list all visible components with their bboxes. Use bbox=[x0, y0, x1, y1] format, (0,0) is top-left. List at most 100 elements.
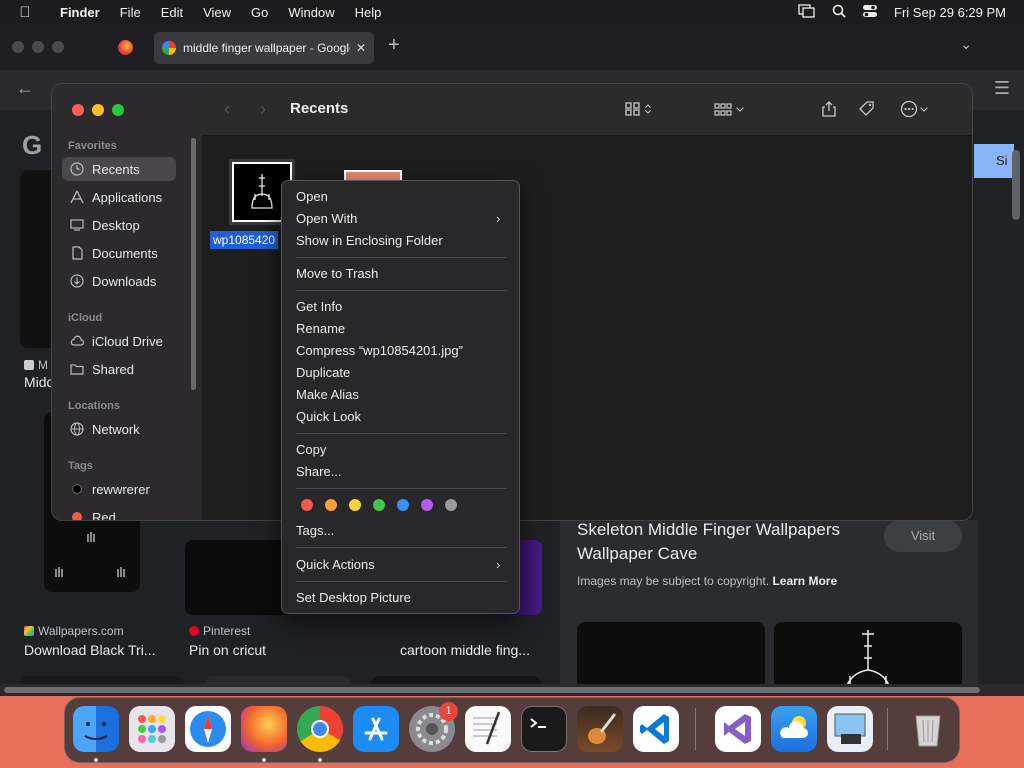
group-button[interactable] bbox=[712, 98, 746, 120]
sidebar-item-desktop[interactable]: Desktop bbox=[62, 213, 176, 237]
tag-color-blue[interactable] bbox=[397, 499, 409, 511]
dock-firefox-icon[interactable] bbox=[241, 706, 287, 752]
display-icon[interactable] bbox=[798, 3, 816, 21]
result-image[interactable] bbox=[185, 540, 295, 615]
sidebar-item-documents[interactable]: Documents bbox=[62, 241, 176, 265]
dock-visual-studio-icon[interactable] bbox=[715, 706, 761, 752]
forward-chevron-icon[interactable]: › bbox=[260, 99, 266, 120]
sidebar-item-icloud-drive[interactable]: iCloud Drive bbox=[62, 329, 176, 353]
tag-color-purple[interactable] bbox=[421, 499, 433, 511]
result-source[interactable]: M bbox=[24, 358, 48, 372]
dock-vscode-icon[interactable] bbox=[633, 706, 679, 752]
sign-in-button[interactable]: Si bbox=[974, 144, 1014, 178]
tag-color-green[interactable] bbox=[373, 499, 385, 511]
chevron-down-icon[interactable]: ⌄ bbox=[960, 36, 972, 53]
share-button[interactable] bbox=[820, 98, 838, 120]
window-close-dim[interactable] bbox=[12, 41, 24, 53]
result-source[interactable]: Pinterest bbox=[189, 624, 250, 638]
close-button[interactable] bbox=[72, 104, 84, 116]
copyright-text: Images may be subject to copyright. bbox=[577, 574, 770, 588]
menu-item-tags[interactable]: Tags... bbox=[296, 523, 334, 538]
menu-item-move-to-trash[interactable]: Move to Trash bbox=[296, 266, 378, 281]
menu-go[interactable]: Go bbox=[241, 5, 278, 20]
dock-trash-icon[interactable] bbox=[905, 706, 951, 752]
window-minimize-dim[interactable] bbox=[32, 41, 44, 53]
menu-item-get-info[interactable]: Get Info bbox=[296, 299, 342, 314]
zoom-button[interactable] bbox=[112, 104, 124, 116]
dock-preview-icon[interactable] bbox=[827, 706, 873, 752]
result-source[interactable]: Wallpapers.com bbox=[24, 624, 124, 638]
menu-view[interactable]: View bbox=[193, 5, 241, 20]
result-caption[interactable]: cartoon middle fing... bbox=[400, 642, 530, 658]
window-zoom-dim[interactable] bbox=[52, 41, 64, 53]
learn-more-link[interactable]: Learn More bbox=[772, 574, 837, 588]
menu-help[interactable]: Help bbox=[345, 5, 392, 20]
menu-item-make-alias[interactable]: Make Alias bbox=[296, 387, 359, 402]
sidebar-item-applications[interactable]: Applications bbox=[62, 185, 176, 209]
tag-color-orange[interactable] bbox=[325, 499, 337, 511]
result-caption[interactable]: Midd bbox=[24, 374, 54, 390]
sidebar-item-shared[interactable]: Shared bbox=[62, 357, 176, 381]
menu-item-quick-look[interactable]: Quick Look bbox=[296, 409, 361, 424]
sidebar-item-label: Network bbox=[92, 421, 140, 437]
sidebar-item-recents[interactable]: Recents bbox=[62, 157, 176, 181]
menu-item-set-desktop-picture[interactable]: Set Desktop Picture bbox=[296, 590, 411, 605]
menu-item-show-enclosing[interactable]: Show in Enclosing Folder bbox=[296, 233, 443, 248]
dock-app-store-icon[interactable] bbox=[353, 706, 399, 752]
dock-chrome-icon[interactable] bbox=[297, 706, 343, 752]
back-chevron-icon[interactable]: ‹ bbox=[224, 99, 230, 120]
menu-item-rename[interactable]: Rename bbox=[296, 321, 345, 336]
dock-weather-icon[interactable] bbox=[771, 706, 817, 752]
menu-app-name[interactable]: Finder bbox=[50, 5, 110, 20]
dock-safari-icon[interactable] bbox=[185, 706, 231, 752]
menu-item-share[interactable]: Share... bbox=[296, 464, 342, 479]
dock-textedit-icon[interactable] bbox=[465, 706, 511, 752]
icon-view-button[interactable] bbox=[624, 98, 654, 120]
menu-item-open[interactable]: Open bbox=[296, 189, 328, 204]
tag-color-yellow[interactable] bbox=[349, 499, 361, 511]
menu-item-open-with[interactable]: Open With › bbox=[296, 211, 500, 226]
tab-active[interactable]: middle finger wallpaper - Google ✕ bbox=[154, 32, 374, 64]
tag-button[interactable] bbox=[858, 98, 876, 120]
sidebar-item-downloads[interactable]: Downloads bbox=[62, 269, 176, 293]
dock-finder-icon[interactable] bbox=[73, 706, 119, 752]
dock-terminal-icon[interactable] bbox=[521, 706, 567, 752]
sidebar-item-network[interactable]: Network bbox=[62, 417, 176, 441]
new-tab-button[interactable]: + bbox=[388, 34, 400, 57]
dock-launchpad-icon[interactable] bbox=[129, 706, 175, 752]
menu-item-duplicate[interactable]: Duplicate bbox=[296, 365, 350, 380]
hamburger-menu-icon[interactable]: ☰ bbox=[994, 78, 1010, 99]
control-center-icon[interactable] bbox=[862, 4, 878, 21]
tag-color-red[interactable] bbox=[301, 499, 313, 511]
sidebar-item-tag[interactable]: rewwrerer bbox=[62, 477, 176, 501]
panel-title[interactable]: Skeleton Middle Finger Wallpapers bbox=[577, 520, 840, 540]
menu-file[interactable]: File bbox=[110, 5, 151, 20]
menu-edit[interactable]: Edit bbox=[151, 5, 193, 20]
result-caption[interactable]: Pin on cricut bbox=[189, 642, 266, 658]
menu-clock[interactable]: Fri Sep 29 6:29 PM bbox=[894, 5, 1006, 20]
menu-item-copy[interactable]: Copy bbox=[296, 442, 326, 457]
minimize-button[interactable] bbox=[92, 104, 104, 116]
visit-button[interactable]: Visit bbox=[884, 520, 962, 552]
menu-window[interactable]: Window bbox=[278, 5, 344, 20]
selected-file-name[interactable]: wp1085420 bbox=[210, 231, 279, 249]
tag-color-gray[interactable] bbox=[445, 499, 457, 511]
result-caption[interactable]: Download Black Tri... bbox=[24, 642, 156, 658]
menu-item-quick-actions[interactable]: Quick Actions › bbox=[296, 557, 500, 572]
scrollbar-thumb[interactable] bbox=[4, 687, 980, 693]
file-thumbnail[interactable] bbox=[344, 170, 402, 180]
menu-item-compress[interactable]: Compress “wp10854201.jpg” bbox=[296, 343, 463, 358]
firefox-view-icon[interactable] bbox=[118, 40, 133, 55]
back-arrow-icon[interactable]: ← bbox=[16, 78, 34, 99]
sidebar-item-tag[interactable]: Red bbox=[62, 505, 176, 520]
horizontal-scrollbar[interactable] bbox=[0, 684, 1024, 696]
tab-close-icon[interactable]: ✕ bbox=[356, 41, 366, 55]
apple-icon[interactable]:  bbox=[0, 4, 50, 21]
page-scrollbar[interactable] bbox=[1012, 150, 1020, 220]
chevron-right-icon: › bbox=[496, 557, 501, 572]
action-button[interactable] bbox=[900, 98, 930, 120]
dock-garageband-icon[interactable] bbox=[577, 706, 623, 752]
panel-site[interactable]: Wallpaper Cave bbox=[577, 544, 697, 564]
search-icon[interactable] bbox=[832, 4, 846, 21]
sidebar-scrollbar[interactable] bbox=[191, 138, 196, 390]
